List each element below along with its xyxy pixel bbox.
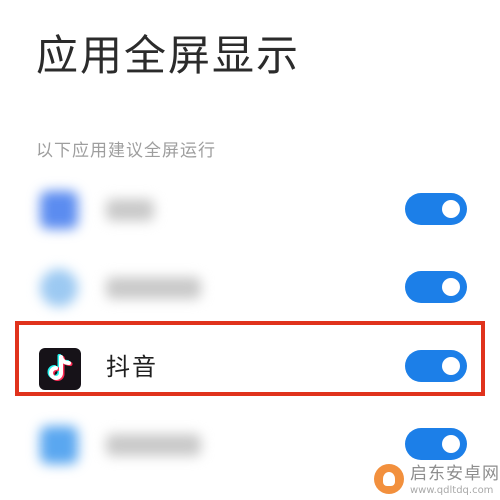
fullscreen-toggle[interactable] <box>405 271 467 303</box>
toggle-knob <box>442 435 460 453</box>
watermark: 启东安卓网 www.qdltdq.com <box>372 462 500 500</box>
watermark-title: 启东安卓网 <box>410 464 500 484</box>
page-title: 应用全屏显示 <box>36 31 301 80</box>
blurred-app-label <box>106 199 154 221</box>
blurred-app-icon <box>40 191 78 229</box>
app-row <box>0 175 500 245</box>
watermark-logo-icon <box>374 464 404 494</box>
app-row <box>0 253 500 323</box>
blurred-app-label <box>106 434 201 456</box>
fullscreen-toggle[interactable] <box>405 193 467 225</box>
highlight-box <box>15 321 485 396</box>
section-hint: 以下应用建议全屏运行 <box>36 141 216 161</box>
fullscreen-toggle[interactable] <box>405 428 467 460</box>
toggle-knob <box>442 278 460 296</box>
blurred-app-label <box>106 277 201 299</box>
toggle-knob <box>442 200 460 218</box>
watermark-url: www.qdltdq.com <box>410 485 494 496</box>
blurred-app-icon <box>40 269 78 307</box>
blurred-app-icon <box>40 426 78 464</box>
